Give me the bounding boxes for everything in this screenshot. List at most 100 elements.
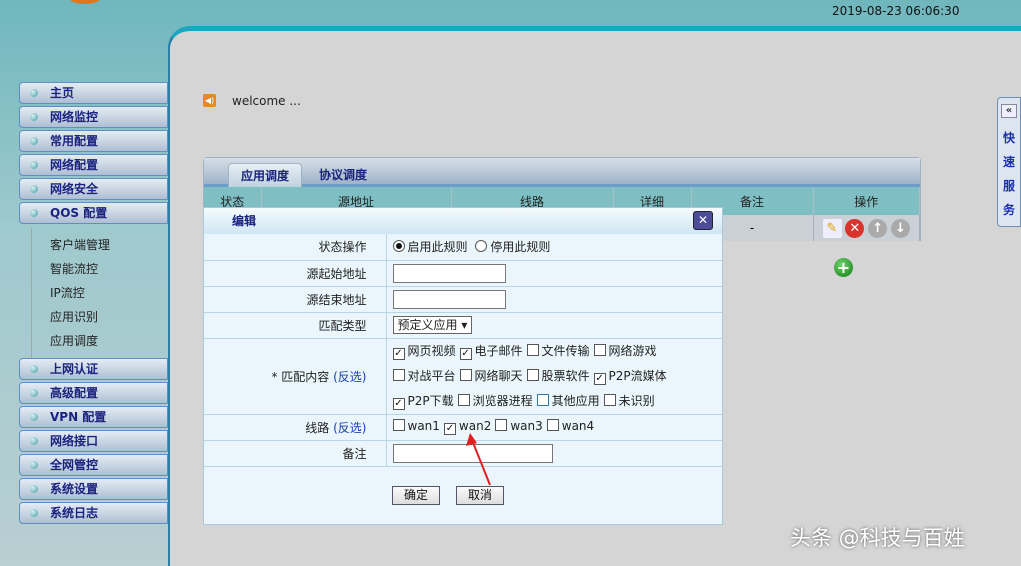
checkbox-option[interactable]: 其他应用	[536, 393, 600, 408]
sidebar-item[interactable]: 常用配置	[19, 130, 168, 152]
bullet-icon	[30, 137, 38, 145]
welcome-text: welcome ...	[232, 94, 301, 108]
checkbox-option[interactable]: 浏览器进程	[457, 393, 533, 408]
close-icon[interactable]: ✕	[693, 211, 713, 230]
checkbox[interactable]: ✓	[443, 423, 456, 435]
checkbox[interactable]	[392, 419, 405, 431]
sidebar-item[interactable]: 上网认证	[19, 358, 168, 380]
state-label: 状态操作	[204, 234, 387, 261]
delete-icon[interactable]: ✕	[845, 218, 865, 238]
checkbox[interactable]	[392, 368, 405, 381]
sidebar-item[interactable]: VPN 配置	[19, 406, 168, 428]
red-arrow-annotation	[466, 433, 491, 486]
line-options: wan1 ✓ wan2 wan3 wan4	[386, 414, 722, 441]
checkbox[interactable]	[593, 343, 606, 356]
quick-label: 快	[1002, 131, 1015, 145]
quick-service-tab[interactable]: « 快 速 服 务	[997, 97, 1021, 227]
sidebar-item[interactable]: 系统日志	[19, 502, 168, 524]
submenu-item[interactable]: 应用调度	[50, 332, 98, 349]
sidebar-item-label: 网络安全	[50, 182, 99, 196]
src-start-label: 源起始地址	[204, 260, 387, 287]
sidebar-item-label: 主页	[50, 86, 75, 100]
tab-protocol-schedule[interactable]: 协议调度	[307, 163, 379, 187]
sidebar-item-label: 系统日志	[50, 506, 99, 520]
checkbox-option[interactable]: wan3	[495, 419, 543, 433]
submenu-item[interactable]: IP流控	[50, 284, 85, 301]
checkbox-option[interactable]: wan4	[546, 419, 594, 433]
submenu-line	[31, 228, 32, 358]
sidebar-item-label: VPN 配置	[50, 410, 107, 424]
checkbox[interactable]	[526, 343, 539, 356]
sidebar-item[interactable]: 网络配置	[19, 154, 168, 176]
submenu-item[interactable]: 客户端管理	[50, 236, 110, 253]
bullet-icon	[30, 509, 38, 517]
speaker-icon: ◀)	[203, 94, 216, 107]
datetime: 2019-08-23 06:06:30	[832, 4, 960, 18]
checkbox[interactable]	[546, 419, 559, 431]
checkbox-option[interactable]: 未识别	[603, 393, 655, 408]
logo	[60, 0, 320, 6]
checkbox-option[interactable]: wan1	[392, 419, 440, 433]
add-icon[interactable]: +	[834, 258, 853, 277]
checkbox-option[interactable]: ✓ 网页视频	[392, 344, 456, 360]
bullet-icon	[30, 209, 38, 217]
ok-button[interactable]: 确定	[392, 486, 440, 505]
move-down-icon[interactable]: ↓	[890, 218, 910, 238]
watermark: 头条 @科技与百姓	[790, 526, 965, 550]
sidebar-item[interactable]: 网络安全	[19, 178, 168, 200]
actions-cell: ✎ ✕ ↑ ↓	[813, 215, 920, 241]
dialog-title: 编辑	[204, 208, 722, 234]
src-start-input[interactable]	[392, 263, 506, 283]
line-label: 线路 (反选)	[204, 414, 387, 441]
collapse-icon[interactable]: «	[1001, 104, 1017, 118]
match-type-select[interactable]: 预定义应用 ▾	[392, 316, 473, 334]
checkbox-option[interactable]: 网络游戏	[593, 343, 657, 358]
checkbox-option[interactable]: ✓ P2P下载	[392, 394, 454, 410]
invert-line-link[interactable]: (反选)	[333, 421, 366, 435]
checkbox[interactable]: ✓	[392, 397, 405, 410]
match-type-label: 匹配类型	[204, 312, 387, 339]
checkbox-option[interactable]: ✓ P2P流媒体	[593, 369, 667, 385]
checkbox[interactable]: ✓	[392, 347, 405, 360]
radio-enable[interactable]: 启用此规则	[392, 240, 468, 254]
sidebar-item[interactable]: 网络监控	[19, 106, 168, 128]
sidebar-item[interactable]: 系统设置	[19, 478, 168, 500]
tab-app-schedule[interactable]: 应用调度	[228, 163, 303, 187]
sidebar-item[interactable]: 全网管控	[19, 454, 168, 476]
submenu-item[interactable]: 智能流控	[50, 260, 98, 277]
edit-icon[interactable]: ✎	[822, 218, 842, 238]
checkbox[interactable]: ✓	[593, 372, 606, 385]
checkbox[interactable]	[526, 368, 539, 381]
bullet-icon	[30, 437, 38, 445]
invert-content-link[interactable]: (反选)	[333, 370, 366, 384]
move-up-icon[interactable]: ↑	[868, 218, 888, 238]
tab-bar: 应用调度 协议调度	[204, 158, 920, 187]
checkbox[interactable]	[457, 393, 470, 406]
checkbox[interactable]	[459, 368, 472, 381]
sidebar-item[interactable]: QOS 配置	[19, 202, 168, 224]
sidebar-item-label: 网络监控	[50, 110, 99, 124]
src-end-input[interactable]	[392, 289, 506, 309]
checkbox[interactable]	[603, 393, 616, 406]
sidebar-item[interactable]: 主页	[19, 82, 168, 104]
checkbox[interactable]: ✓	[459, 347, 472, 360]
match-content-label: * 匹配内容 (反选)	[204, 338, 387, 415]
checkbox-option[interactable]: 文件传输	[526, 343, 590, 358]
sidebar-item-label: QOS 配置	[50, 206, 108, 220]
sidebar-item[interactable]: 网络接口	[19, 430, 168, 452]
bullet-icon	[30, 161, 38, 169]
checkbox[interactable]	[536, 393, 549, 406]
bullet-icon	[30, 365, 38, 373]
sidebar-item-label: 常用配置	[50, 134, 99, 148]
checkbox-option[interactable]: 对战平台	[392, 368, 456, 383]
checkbox-option[interactable]: ✓ 电子邮件	[459, 344, 523, 360]
submenu-item[interactable]: 应用识别	[50, 308, 98, 325]
col-actions: 操作	[813, 187, 920, 215]
checkbox-option[interactable]: 网络聊天	[459, 368, 523, 383]
radio-disable[interactable]: 停用此规则	[475, 240, 550, 254]
sidebar-item-label: 系统设置	[50, 482, 99, 496]
bullet-icon	[30, 113, 38, 121]
checkbox-option[interactable]: 股票软件	[526, 368, 590, 383]
sidebar-item[interactable]: 高级配置	[19, 382, 168, 404]
sidebar-item-label: 网络接口	[50, 434, 99, 448]
